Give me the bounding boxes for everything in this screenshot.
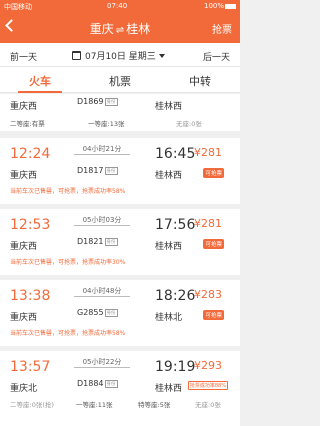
from-city: 重庆: [89, 22, 114, 36]
from-station: 重庆西: [10, 102, 38, 112]
train-number: D1869 身份: [77, 97, 118, 106]
price: ¥281: [194, 217, 222, 230]
duration: 05小时22分: [82, 358, 122, 366]
date-label: 07月10日 星期三: [85, 52, 156, 62]
departure-time: 13:57: [10, 359, 51, 375]
carrier-label: 中国移动: [4, 3, 32, 11]
chevron-down-icon: [158, 54, 165, 58]
date-bar: 前一天 07月10日 星期三 后一天: [0, 43, 240, 67]
route-title[interactable]: 重庆 ⇌ 桂林: [0, 20, 240, 37]
train-card[interactable]: 13:57 05小时22分 19:19 ¥293 重庆北 D1884 身份 桂林西…: [0, 351, 240, 426]
grab-ticket-button[interactable]: 抢票: [212, 21, 232, 36]
departure-time: 12:53: [10, 217, 51, 233]
next-day-button[interactable]: 后一天: [203, 50, 230, 63]
duration-line: [74, 296, 130, 297]
date-picker[interactable]: 07月10日 星期三: [72, 49, 165, 62]
grab-badge[interactable]: 可抢票: [203, 168, 224, 178]
train-number: D1817 身份: [77, 166, 118, 175]
sold-out-note: 当前车次已售罄，可抢票，抢票成功率30%: [10, 259, 126, 266]
battery-indicator: 100%: [204, 2, 236, 10]
duration-line: [74, 367, 130, 368]
id-badge: 身份: [104, 167, 118, 175]
duration: 04小时48分: [82, 287, 122, 295]
to-station: 桂林北: [155, 313, 183, 323]
sold-out-note: 当前车次已售罄，可抢票，抢票成功率58%: [10, 330, 126, 337]
arrival-time: 18:26: [155, 288, 196, 304]
swap-icon: ⇌: [115, 25, 125, 36]
train-number: D1884 身份: [77, 379, 118, 388]
seat-first-class: 一等座:13张: [88, 120, 125, 128]
to-station: 桂林西: [155, 102, 183, 112]
status-bar: 中国移动 07:40 100%: [0, 0, 240, 13]
seat-first-class: 一等座:11张: [76, 401, 113, 409]
price: ¥293: [194, 359, 222, 372]
to-station: 桂林西: [155, 384, 183, 394]
departure-time: 13:38: [10, 288, 51, 304]
duration-line: [74, 225, 130, 226]
train-card[interactable]: 12:53 05小时03分 17:56 ¥281 重庆西 D1821 身份 桂林西…: [0, 209, 240, 275]
success-rate-badge: 抢票成功率88%: [187, 381, 228, 390]
price: ¥283: [194, 288, 222, 301]
battery-icon: [225, 4, 236, 9]
train-card[interactable]: 重庆西 D1869 身份 桂林西 二等座:有票 一等座:13张 无座:0张: [0, 94, 240, 131]
grab-badge[interactable]: 可抢票: [203, 310, 224, 320]
tab-transfer[interactable]: 中转: [160, 73, 240, 89]
seat-no-seat: 无座:0张: [176, 120, 202, 128]
duration: 04小时21分: [82, 145, 122, 153]
nav-bar: 重庆 ⇌ 桂林 抢票: [0, 13, 240, 43]
from-station: 重庆西: [10, 171, 38, 181]
grab-badge[interactable]: 可抢票: [203, 239, 224, 249]
train-card[interactable]: 12:24 04小时21分 16:45 ¥281 重庆西 D1817 身份 桂林西…: [0, 138, 240, 204]
from-station: 重庆北: [10, 384, 38, 394]
price: ¥281: [194, 146, 222, 159]
battery-percent: 100%: [203, 2, 224, 10]
id-badge: 身份: [104, 238, 118, 246]
to-station: 桂林西: [155, 171, 183, 181]
to-city: 桂林: [126, 22, 151, 36]
duration-line: [74, 154, 130, 155]
train-card[interactable]: 13:38 04小时48分 18:26 ¥283 重庆西 G2855 身份 桂林北…: [0, 280, 240, 346]
id-badge: 身份: [104, 98, 118, 106]
tab-flight[interactable]: 机票: [80, 73, 160, 89]
arrival-time: 17:56: [155, 217, 196, 233]
to-station: 桂林西: [155, 242, 183, 252]
active-tab-indicator: [18, 91, 62, 93]
clock: 07:40: [107, 2, 128, 10]
prev-day-button[interactable]: 前一天: [10, 50, 37, 63]
id-badge: 身份: [104, 309, 118, 317]
id-badge: 身份: [104, 380, 118, 388]
tab-bar: 火车 机票 中转: [0, 67, 240, 93]
train-number: D1821 身份: [77, 237, 118, 246]
seat-second-class: 二等座:0张(抢): [10, 401, 54, 409]
calendar-icon: [72, 51, 81, 60]
departure-time: 12:24: [10, 146, 51, 162]
seat-no-seat: 无座:0张: [195, 401, 221, 409]
tab-train[interactable]: 火车: [0, 73, 80, 89]
seat-premium: 特等座:5张: [138, 401, 171, 409]
from-station: 重庆西: [10, 242, 38, 252]
from-station: 重庆西: [10, 313, 38, 323]
train-number: G2855 身份: [77, 308, 118, 317]
arrival-time: 19:19: [155, 359, 196, 375]
duration: 05小时03分: [82, 216, 122, 224]
sold-out-note: 当前车次已售罄，可抢票，抢票成功率58%: [10, 188, 126, 195]
seat-second-class: 二等座:有票: [10, 120, 45, 128]
arrival-time: 16:45: [155, 146, 196, 162]
